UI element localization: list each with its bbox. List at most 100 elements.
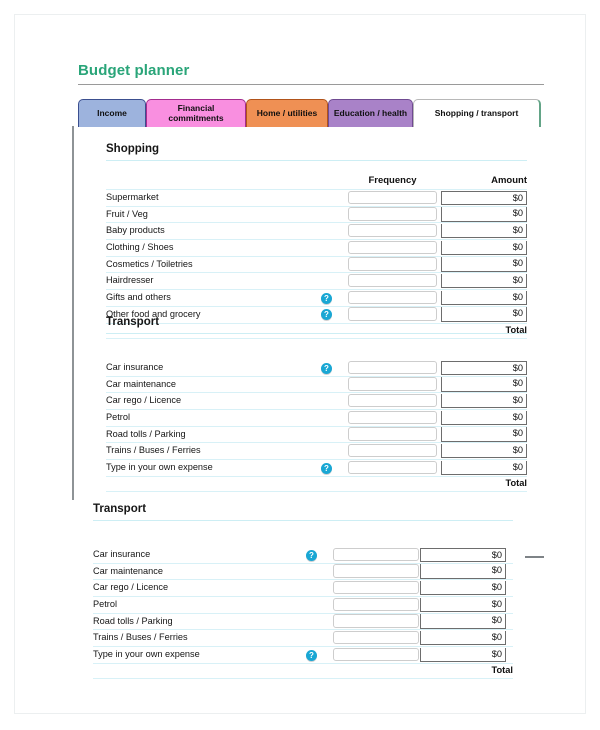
expense-label: Car maintenance — [93, 565, 163, 576]
expense-row: Cosmetics / Toiletries $0 — [106, 257, 527, 274]
frequency-input[interactable] — [348, 393, 437, 408]
expense-label: Road tolls / Parking — [93, 615, 173, 626]
section-divider — [106, 333, 527, 334]
column-header-amount: Amount — [491, 175, 527, 186]
expense-label: Petrol — [106, 412, 131, 423]
section-title: Transport — [106, 316, 160, 328]
frequency-input[interactable] — [348, 240, 437, 255]
frequency-input[interactable] — [348, 257, 437, 271]
expense-label: Baby products — [106, 225, 165, 236]
amount-cell[interactable]: $0 — [441, 273, 527, 289]
frequency-input[interactable] — [333, 547, 419, 561]
expense-label: Road tolls / Parking — [106, 428, 186, 439]
section-transport-1: Transport Car insurance? $0 Car maintenance… — [106, 315, 527, 492]
frequency-input[interactable] — [348, 460, 437, 475]
frequency-input[interactable] — [333, 647, 419, 662]
total-row: Total — [106, 477, 527, 492]
tab-bar: Income Financial commitments Home / util… — [78, 99, 544, 127]
frequency-input[interactable] — [348, 273, 437, 288]
amount-cell[interactable]: $0 — [420, 564, 506, 579]
expense-row: Supermarket $0 — [106, 190, 527, 207]
expense-row: Car insurance? $0 — [106, 360, 527, 377]
amount-cell[interactable]: $0 — [441, 360, 527, 375]
amount-cell[interactable]: $0 — [441, 290, 527, 306]
frequency-input[interactable] — [348, 190, 437, 204]
tab-financial-commitments[interactable]: Financial commitments — [146, 99, 246, 127]
amount-cell[interactable]: $0 — [441, 460, 527, 476]
amount-cell[interactable]: $0 — [441, 207, 527, 222]
expense-label: Clothing / Shoes — [106, 242, 174, 253]
amount-cell[interactable]: $0 — [441, 427, 527, 442]
tab-income-label: Income — [97, 107, 127, 118]
expense-label: Type in your own expense — [93, 649, 200, 660]
amount-cell[interactable]: $0 — [420, 547, 506, 562]
amount-cell[interactable]: $0 — [441, 223, 527, 239]
amount-cell[interactable]: $0 — [420, 597, 506, 612]
tab-shopping-transport[interactable]: Shopping / transport — [413, 99, 541, 127]
tab-financial-commitments-label: Financial commitments — [168, 103, 224, 123]
expense-row: Type in your own expense? $0 — [93, 647, 513, 664]
expense-row: Car insurance? $0 — [93, 547, 513, 564]
tab-income[interactable]: Income — [78, 99, 146, 127]
expense-label: Trains / Buses / Ferries — [93, 632, 188, 643]
expense-label: Car insurance — [93, 549, 151, 559]
expense-row: Trains / Buses / Ferries $0 — [93, 630, 513, 648]
expense-row: Petrol $0 — [93, 597, 513, 614]
expense-label: Trains / Buses / Ferries — [106, 445, 201, 456]
amount-cell[interactable]: $0 — [441, 190, 527, 205]
expense-label: Car insurance — [106, 362, 164, 372]
frequency-input[interactable] — [333, 630, 419, 645]
frequency-input[interactable] — [348, 223, 437, 238]
expense-label: Gifts and others — [106, 292, 171, 303]
amount-cell[interactable]: $0 — [441, 240, 527, 255]
amount-cell[interactable]: $0 — [420, 614, 506, 629]
tab-education-health[interactable]: Education / health — [328, 99, 413, 127]
frequency-input[interactable] — [333, 597, 419, 612]
expense-row: Fruit / Veg $0 — [106, 207, 527, 224]
expense-label: Petrol — [93, 599, 118, 610]
frequency-input[interactable] — [333, 564, 419, 578]
tab-home-utilities[interactable]: Home / utilities — [246, 99, 328, 127]
expense-label: Fruit / Veg — [106, 208, 148, 219]
expense-row: Car rego / Licence $0 — [93, 580, 513, 598]
expense-row: Hairdresser $0 — [106, 273, 527, 291]
help-icon[interactable]: ? — [306, 649, 317, 661]
section-divider — [106, 160, 527, 161]
frequency-input[interactable] — [348, 443, 437, 458]
frequency-input[interactable] — [333, 580, 419, 595]
amount-cell[interactable]: $0 — [420, 647, 506, 663]
help-icon[interactable]: ? — [306, 549, 317, 561]
amount-cell[interactable]: $0 — [441, 410, 527, 425]
amount-cell[interactable]: $0 — [420, 630, 506, 646]
expense-label: Hairdresser — [106, 275, 154, 286]
expense-row: Type in your own expense? $0 — [106, 460, 527, 477]
expense-label: Type in your own expense — [106, 462, 213, 473]
section-title: Transport — [93, 503, 147, 515]
column-header-frequency: Frequency — [368, 175, 417, 186]
amount-cell[interactable]: $0 — [420, 580, 506, 596]
amount-cell[interactable]: $0 — [441, 393, 527, 409]
help-icon[interactable]: ? — [321, 362, 332, 374]
amount-cell[interactable]: $0 — [441, 257, 527, 272]
frequency-input[interactable] — [348, 410, 437, 425]
expense-label: Car rego / Licence — [106, 395, 182, 406]
expense-label: Cosmetics / Toiletries — [106, 258, 193, 269]
frequency-input[interactable] — [333, 614, 419, 628]
frequency-input[interactable] — [348, 377, 437, 391]
expense-table: Car insurance? $0 Car maintenance $0 Car reg… — [106, 354, 527, 492]
frequency-input[interactable] — [348, 427, 437, 441]
amount-cell[interactable]: $0 — [441, 443, 527, 459]
tab-education-health-label: Education / health — [333, 107, 408, 118]
frequency-input[interactable] — [348, 290, 437, 305]
help-icon[interactable]: ? — [321, 462, 332, 474]
amount-cell[interactable]: $0 — [441, 377, 527, 392]
expense-row: Road tolls / Parking $0 — [93, 614, 513, 631]
expense-row: Baby products $0 — [106, 223, 527, 241]
frequency-input[interactable] — [348, 360, 437, 374]
expense-row: Car maintenance $0 — [106, 377, 527, 394]
section-title: Shopping — [106, 143, 160, 155]
help-icon[interactable]: ? — [321, 292, 332, 304]
title-divider — [78, 84, 544, 85]
frequency-input[interactable] — [348, 207, 437, 221]
margin-marker — [525, 556, 544, 558]
